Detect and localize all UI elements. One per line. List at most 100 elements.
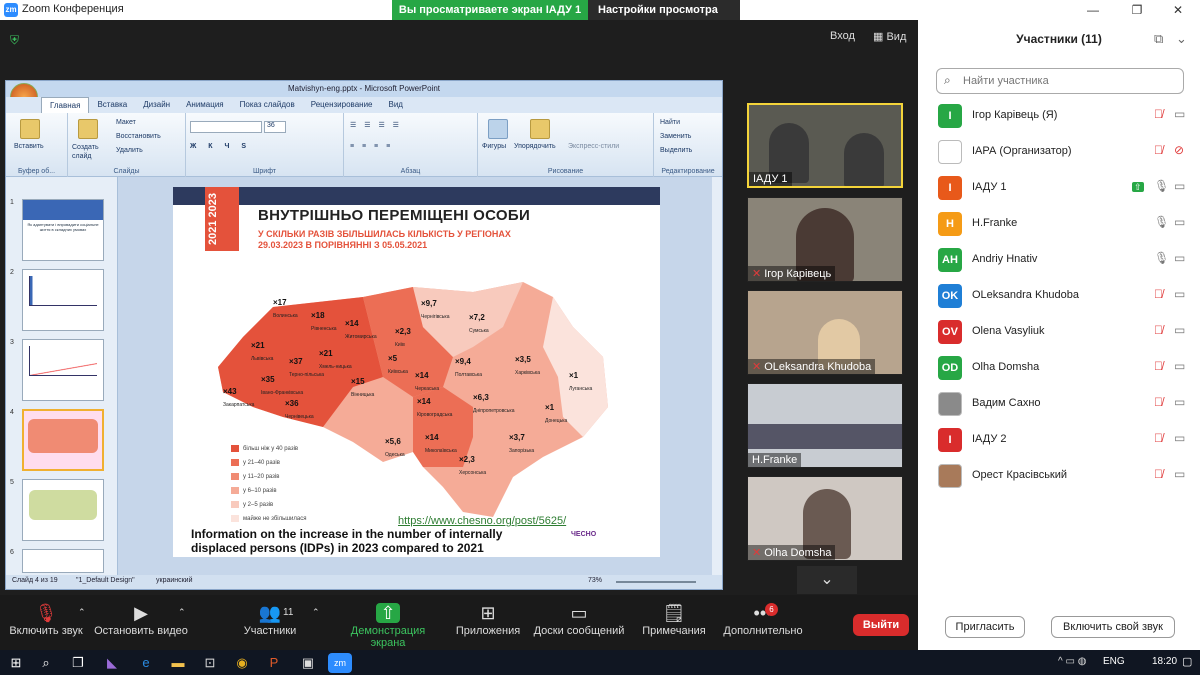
ppt-tab-review[interactable]: Рецензирование xyxy=(303,97,381,113)
ppt-tab-home[interactable]: Главная xyxy=(41,97,90,113)
slide-thumbnail-5[interactable] xyxy=(22,479,104,541)
input-language[interactable]: ENG xyxy=(1103,656,1125,667)
maximize-button[interactable]: ❐ xyxy=(1122,1,1152,19)
unmute-me-button[interactable]: Включить свой звук xyxy=(1051,616,1175,638)
list-buttons-icon[interactable]: ☰ ☰ ☰ ☰ xyxy=(350,121,402,129)
participant-row[interactable]: OV Olena Vasyliuk 🎙̸ ▭ xyxy=(918,314,1200,350)
participant-avatar xyxy=(938,392,962,416)
font-size-select[interactable]: 36 xyxy=(264,121,286,133)
popout-icon[interactable]: ⧉ xyxy=(1154,31,1163,47)
arrange-button[interactable]: Упорядочить xyxy=(514,143,556,150)
slide-thumbnail-4-selected[interactable] xyxy=(22,409,104,471)
paste-icon[interactable] xyxy=(20,119,40,139)
participant-search-input[interactable] xyxy=(936,68,1184,94)
participant-row[interactable]: Орест Красівський 🎙̸ ▭ xyxy=(918,458,1200,494)
create-slide-button[interactable]: Создать слайд xyxy=(72,143,112,161)
quick-styles-button[interactable]: Экспресс-стили xyxy=(568,143,619,150)
powerpoint-icon[interactable]: P xyxy=(262,653,286,673)
slide-thumbnail-6[interactable] xyxy=(22,549,104,573)
invite-button[interactable]: Пригласить xyxy=(945,616,1025,638)
font-format-buttons[interactable]: Ж К Ч S xyxy=(190,143,251,150)
apps-button[interactable]: ⊞ Приложения xyxy=(454,603,522,637)
ppt-tab-view[interactable]: Вид xyxy=(381,97,411,113)
enter-fullscreen-button[interactable]: Вход xyxy=(830,30,855,42)
tile-name: ✕ Olha Domsha xyxy=(748,545,836,560)
region-kharkiv: ×3,5 Харківська xyxy=(515,355,540,376)
ppt-tab-design[interactable]: Дизайн xyxy=(135,97,178,113)
view-options-button[interactable]: Настройки просмотра ⌄ xyxy=(588,0,740,36)
encryption-shield-icon[interactable]: ⛨ xyxy=(10,33,19,48)
zoom-taskbar-icon[interactable]: zm xyxy=(328,653,352,673)
find-button[interactable]: Найти xyxy=(660,119,680,126)
shapes-button[interactable]: Фигуры xyxy=(482,143,506,150)
slide-thumbnail-2[interactable] xyxy=(22,269,104,331)
participant-row[interactable]: OK OLeksandra Khudoba 🎙̸ ▭ xyxy=(918,278,1200,314)
muted-mic-icon: 🎙̸ xyxy=(1154,107,1163,121)
ppt-tab-slideshow[interactable]: Показ слайдов xyxy=(232,97,303,113)
participants-options-chevron-icon[interactable]: ⌃ xyxy=(312,607,320,618)
restore-button[interactable]: Восстановить xyxy=(116,133,161,140)
video-options-chevron-icon[interactable]: ⌃ xyxy=(178,607,186,618)
video-tile-oleksandra[interactable]: ✕ OLeksandra Khudoba xyxy=(747,290,903,375)
clock[interactable]: 18:20 xyxy=(1152,656,1177,667)
participant-row[interactable]: I ІАДУ 2 🎙̸ ▭ xyxy=(918,422,1200,458)
arrange-icon[interactable] xyxy=(530,119,550,139)
ppt-tab-animation[interactable]: Анимация xyxy=(178,97,232,113)
slides-group: Создать слайд Макет Восстановить Удалить… xyxy=(68,113,186,177)
slide-scrollbar[interactable] xyxy=(712,177,722,575)
layout-button[interactable]: Макет xyxy=(116,119,136,126)
paste-button[interactable]: Вставить xyxy=(14,143,44,150)
notifications-icon[interactable]: ▢ xyxy=(1182,655,1192,668)
edge-icon[interactable]: e xyxy=(134,653,158,673)
video-tile-ihor[interactable]: ✕ Ігор Карівець xyxy=(747,197,903,282)
ppt-tab-insert[interactable]: Вставка xyxy=(89,97,135,113)
store-icon[interactable]: ⊡ xyxy=(198,653,222,673)
select-button[interactable]: Выделить xyxy=(660,147,692,154)
participant-row[interactable]: H H.Franke 🎙 ▭ xyxy=(918,206,1200,242)
participant-row[interactable]: AH Andriy Hnativ 🎙 ▭ xyxy=(918,242,1200,278)
source-link[interactable]: https://www.chesno.org/post/5625/ xyxy=(398,515,566,527)
unmute-button[interactable]: 🎙 Включить звук xyxy=(8,603,84,637)
new-slide-icon[interactable] xyxy=(78,119,98,139)
notes-button[interactable]: 🗒 Примечания xyxy=(638,603,710,637)
font-family-select[interactable] xyxy=(190,121,262,133)
replace-button[interactable]: Заменить xyxy=(660,133,691,140)
participant-name: Olena Vasyliuk xyxy=(972,325,1045,337)
participant-row[interactable]: ІАРА (Организатор) 🎙̸ ⊘ xyxy=(918,134,1200,170)
participant-row[interactable]: OD Olha Domsha 🎙̸ ▭ xyxy=(918,350,1200,386)
zoom-level[interactable]: 73% xyxy=(588,577,602,584)
view-button[interactable]: ▦ Вид xyxy=(873,30,906,43)
stop-video-button[interactable]: ▶ Остановить видео xyxy=(94,603,188,637)
tray-icons[interactable]: ^ ▭ ◍ xyxy=(1058,656,1086,667)
slide-thumbnail-3[interactable] xyxy=(22,339,104,401)
slide-thumbnail-1[interactable]: Як адаптувати і впровадити соціальне жит… xyxy=(22,199,104,261)
app-icon[interactable]: ▣ xyxy=(296,653,320,673)
search-icon[interactable]: ⌕ xyxy=(34,653,58,673)
more-button[interactable]: ••• Дополнительно xyxy=(720,603,806,637)
participant-row[interactable]: Вадим Сахно 🎙̸ ▭ xyxy=(918,386,1200,422)
delete-button[interactable]: Удалить xyxy=(116,147,143,154)
leave-meeting-button[interactable]: Выйти xyxy=(853,614,909,636)
visual-studio-icon[interactable]: ◣ xyxy=(100,653,124,673)
video-tile-iadu1[interactable]: ІАДУ 1 xyxy=(747,103,903,188)
apps-icon: ⊞ xyxy=(480,603,496,623)
chrome-icon[interactable]: ◉ xyxy=(230,653,254,673)
close-window-button[interactable]: ✕ xyxy=(1163,1,1193,19)
participant-row[interactable]: I ІАДУ 1 ⇧ 🎙 ▭ xyxy=(918,170,1200,206)
video-tile-olha[interactable]: ✕ Olha Domsha xyxy=(747,476,903,561)
file-explorer-icon[interactable]: ▬ xyxy=(166,653,190,673)
dropdown-chevron-icon[interactable]: ⌄ xyxy=(1176,31,1187,47)
windows-start-icon[interactable]: ⊞ xyxy=(4,653,28,673)
legend-item: у 11–20 разів xyxy=(231,473,279,480)
zoom-slider[interactable] xyxy=(616,581,696,583)
video-tile-franke[interactable]: H.Franke xyxy=(747,383,903,468)
share-screen-button[interactable]: ⇧ Демонстрация экрана xyxy=(332,603,444,649)
shapes-icon[interactable] xyxy=(488,119,508,139)
audio-options-chevron-icon[interactable]: ⌃ xyxy=(78,607,86,618)
more-tiles-chevron-icon[interactable]: ⌄ xyxy=(797,566,857,594)
minimize-button[interactable]: — xyxy=(1078,1,1108,19)
participant-row[interactable]: I Ігор Карівець (Я) 🎙̸ ▭ xyxy=(918,98,1200,134)
whiteboards-button[interactable]: ▭ Доски сообщений xyxy=(532,603,626,637)
align-buttons-icon[interactable]: ≡ ≡ ≡ ≡ xyxy=(350,143,393,150)
task-view-icon[interactable]: ❐ xyxy=(66,653,90,673)
